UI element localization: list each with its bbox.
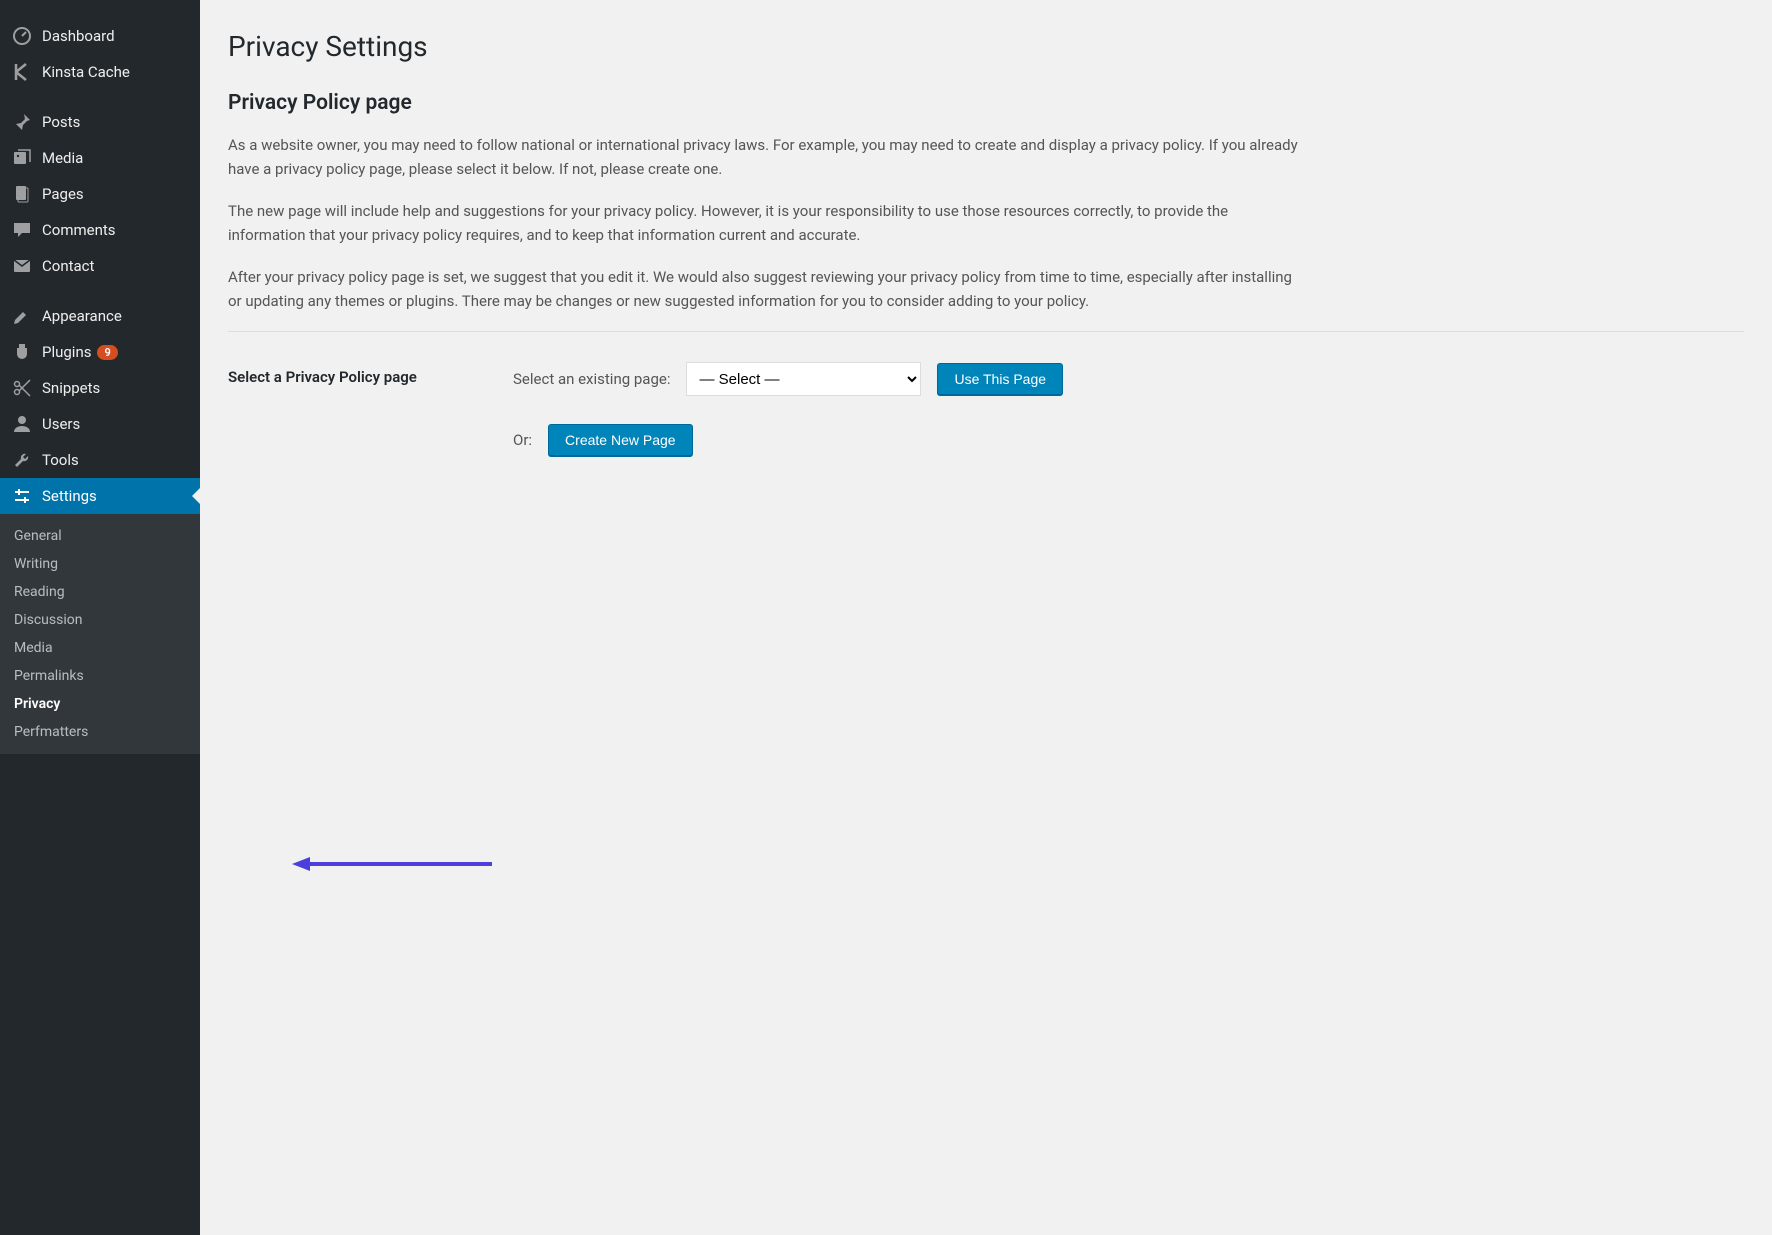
sidebar-item-tools[interactable]: Tools [0, 442, 200, 478]
intro-paragraph-3: After your privacy policy page is set, w… [228, 265, 1308, 313]
sidebar-item-snippets[interactable]: Snippets [0, 370, 200, 406]
pin-icon [12, 112, 32, 132]
use-this-page-button[interactable]: Use This Page [937, 363, 1063, 395]
plugin-update-badge: 9 [97, 345, 117, 360]
settings-submenu: General Writing Reading Discussion Media… [0, 514, 200, 754]
main-content: Privacy Settings Privacy Policy page As … [200, 0, 1772, 1235]
privacy-policy-form-row: Select a Privacy Policy page Select an e… [228, 362, 1744, 484]
intro-paragraph-1: As a website owner, you may need to foll… [228, 133, 1308, 181]
sidebar-item-comments[interactable]: Comments [0, 212, 200, 248]
sidebar-item-posts[interactable]: Posts [0, 104, 200, 140]
sidebar-item-label: Plugins [42, 343, 91, 361]
sidebar-item-contact[interactable]: Contact [0, 248, 200, 284]
sidebar-item-label: Media [42, 149, 83, 167]
sidebar-item-label: Tools [42, 451, 79, 469]
submenu-item-media[interactable]: Media [0, 634, 200, 662]
dashboard-icon [12, 26, 32, 46]
sidebar-item-dashboard[interactable]: Dashboard [0, 18, 200, 54]
sidebar-item-label: Pages [42, 185, 84, 203]
pages-icon [12, 184, 32, 204]
submenu-item-discussion[interactable]: Discussion [0, 606, 200, 634]
page-title: Privacy Settings [228, 30, 1744, 63]
privacy-page-select[interactable]: — Select — [686, 362, 921, 396]
sidebar-item-label: Posts [42, 113, 80, 131]
submenu-item-permalinks[interactable]: Permalinks [0, 662, 200, 690]
snippets-icon [12, 378, 32, 398]
section-divider [228, 331, 1744, 332]
tools-icon [12, 450, 32, 470]
existing-page-label: Select an existing page: [513, 370, 670, 388]
sidebar-item-media[interactable]: Media [0, 140, 200, 176]
sidebar-item-label: Settings [42, 487, 97, 505]
intro-text: As a website owner, you may need to foll… [228, 133, 1744, 313]
submenu-item-perfmatters[interactable]: Perfmatters [0, 718, 200, 746]
plugins-icon [12, 342, 32, 362]
comments-icon [12, 220, 32, 240]
sidebar-item-plugins[interactable]: Plugins 9 [0, 334, 200, 370]
kinsta-icon [12, 62, 32, 82]
users-icon [12, 414, 32, 434]
contact-icon [12, 256, 32, 276]
submenu-item-privacy[interactable]: Privacy [0, 690, 200, 718]
appearance-icon [12, 306, 32, 326]
sidebar-item-label: Snippets [42, 379, 100, 397]
or-label: Or: [513, 431, 532, 449]
sidebar-item-label: Comments [42, 221, 116, 239]
section-title: Privacy Policy page [228, 91, 1744, 115]
sidebar-item-settings[interactable]: Settings [0, 478, 200, 514]
annotation-arrow-icon [292, 854, 492, 874]
sidebar-item-label: Dashboard [42, 27, 115, 45]
submenu-item-general[interactable]: General [0, 522, 200, 550]
sidebar-item-label: Kinsta Cache [42, 63, 130, 81]
sidebar-item-appearance[interactable]: Appearance [0, 298, 200, 334]
create-new-page-button[interactable]: Create New Page [548, 424, 693, 456]
sidebar-item-pages[interactable]: Pages [0, 176, 200, 212]
submenu-item-reading[interactable]: Reading [0, 578, 200, 606]
sidebar-item-label: Users [42, 415, 80, 433]
settings-icon [12, 486, 32, 506]
submenu-item-writing[interactable]: Writing [0, 550, 200, 578]
sidebar-item-label: Contact [42, 257, 94, 275]
media-icon [12, 148, 32, 168]
intro-paragraph-2: The new page will include help and sugge… [228, 199, 1308, 247]
sidebar-item-kinsta-cache[interactable]: Kinsta Cache [0, 54, 200, 90]
sidebar-item-users[interactable]: Users [0, 406, 200, 442]
form-row-label: Select a Privacy Policy page [228, 362, 513, 386]
sidebar-item-label: Appearance [42, 307, 122, 325]
admin-sidebar: Dashboard Kinsta Cache Posts Media Pages… [0, 0, 200, 1235]
